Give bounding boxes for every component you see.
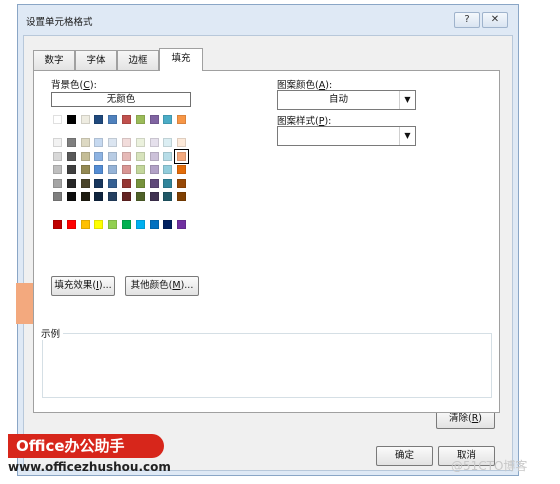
color-swatch[interactable] [108,165,118,174]
color-swatch[interactable] [66,220,76,229]
color-swatch[interactable] [66,192,76,201]
color-swatch[interactable] [94,151,104,161]
color-swatch[interactable] [80,178,90,188]
color-swatch[interactable] [108,220,118,229]
color-swatch[interactable] [80,220,90,229]
color-swatch[interactable] [94,178,104,188]
tab-font[interactable]: 字体 [75,50,117,70]
bg-color-label: 背景色(C): [51,80,97,91]
color-swatch[interactable] [122,138,131,147]
color-swatch[interactable] [163,151,173,161]
color-swatch[interactable] [122,115,131,124]
color-swatch[interactable] [135,151,145,161]
color-swatch[interactable] [53,178,62,188]
color-swatch[interactable] [149,138,159,147]
color-swatch[interactable] [80,165,90,174]
color-swatch[interactable] [163,138,173,147]
title-bar: 设置单元格格式 ? ✕ [18,5,518,35]
color-swatch[interactable] [149,151,159,161]
color-swatch[interactable] [163,115,173,124]
color-swatch[interactable] [94,138,104,147]
color-swatch[interactable] [94,115,104,124]
color-swatch[interactable] [149,178,159,188]
pattern-color-combo[interactable]: 自动 ▼ [277,90,416,110]
color-swatch[interactable] [53,151,62,161]
no-color-button[interactable]: 无颜色 [51,92,191,107]
color-swatch[interactable] [108,115,118,124]
color-swatch[interactable] [177,165,187,174]
logo-url: www.officezhushou.com [8,460,171,474]
color-swatch[interactable] [177,220,187,229]
ok-button[interactable]: 确定 [376,446,433,466]
color-swatch[interactable] [149,192,159,201]
pattern-color-label: 图案颜色(A): [277,80,333,91]
fill-panel: 背景色(C): 无颜色 填充效果(I)... 其他颜色(M)... 图案颜色(A… [33,70,500,413]
pattern-color-value: 自动 [328,94,348,105]
color-swatch[interactable] [53,192,62,201]
format-cells-dialog: 设置单元格格式 ? ✕ 数字 字体 边框 填充 背景色(C): 无颜色 填充效果… [17,4,519,476]
color-swatch[interactable] [122,192,131,201]
color-swatch[interactable] [135,220,145,229]
close-button[interactable]: ✕ [482,12,508,28]
color-swatch[interactable] [135,138,145,147]
sample-group [42,333,492,398]
tab-fill[interactable]: 填充 [159,48,203,71]
color-swatch[interactable] [80,192,90,201]
color-swatch[interactable] [163,220,173,229]
tab-border[interactable]: 边框 [117,50,159,70]
color-swatch[interactable] [80,138,90,147]
color-swatch[interactable] [66,178,76,188]
color-swatch[interactable] [94,220,104,229]
color-swatch[interactable] [122,165,131,174]
color-swatch[interactable] [122,220,131,229]
color-swatch[interactable] [177,115,187,124]
color-swatch[interactable] [66,115,76,124]
color-swatch[interactable] [108,178,118,188]
color-swatch[interactable] [53,138,62,147]
color-swatch[interactable] [163,165,173,174]
color-swatch[interactable] [122,151,131,161]
pattern-style-label: 图案样式(P): [277,116,332,127]
more-colors-button[interactable]: 其他颜色(M)... [125,276,199,296]
color-swatch[interactable] [135,178,145,188]
color-swatch[interactable] [108,151,118,161]
color-swatch[interactable] [149,165,159,174]
color-swatch[interactable] [177,178,187,188]
color-swatch[interactable] [149,115,159,124]
color-swatch[interactable] [163,178,173,188]
pattern-style-combo[interactable]: ▼ [277,126,416,146]
watermark: @51CTO博客 [451,459,528,473]
color-swatch[interactable] [135,192,145,201]
color-swatch[interactable] [163,192,173,201]
color-swatch[interactable] [80,115,90,124]
color-swatch[interactable] [66,138,76,147]
color-swatch[interactable] [174,148,190,164]
color-swatch[interactable] [94,192,104,201]
color-swatch[interactable] [66,151,76,161]
color-swatch[interactable] [53,165,62,174]
color-swatch[interactable] [177,192,187,201]
color-swatch[interactable] [149,220,159,229]
color-swatch[interactable] [53,115,62,124]
color-swatch[interactable] [135,115,145,124]
dialog-client: 数字 字体 边框 填充 背景色(C): 无颜色 填充效果(I)... 其他颜色(… [23,35,513,471]
chevron-down-icon[interactable]: ▼ [399,91,415,109]
color-swatch[interactable] [177,138,187,147]
color-swatch[interactable] [135,165,145,174]
color-swatch[interactable] [108,192,118,201]
color-swatch[interactable] [122,178,131,188]
tab-number[interactable]: 数字 [33,50,75,70]
office-logo-badge: Office办公助手 [8,434,164,458]
chevron-down-icon[interactable]: ▼ [399,127,415,145]
color-swatch[interactable] [53,220,62,229]
color-swatch[interactable] [80,151,90,161]
dialog-title: 设置单元格格式 [26,17,93,28]
fill-effects-button[interactable]: 填充效果(I)... [51,276,115,296]
color-swatch[interactable] [66,165,76,174]
help-button[interactable]: ? [454,12,480,28]
color-swatch[interactable] [108,138,118,147]
sample-label: 示例 [38,326,64,340]
color-swatch[interactable] [94,165,104,174]
